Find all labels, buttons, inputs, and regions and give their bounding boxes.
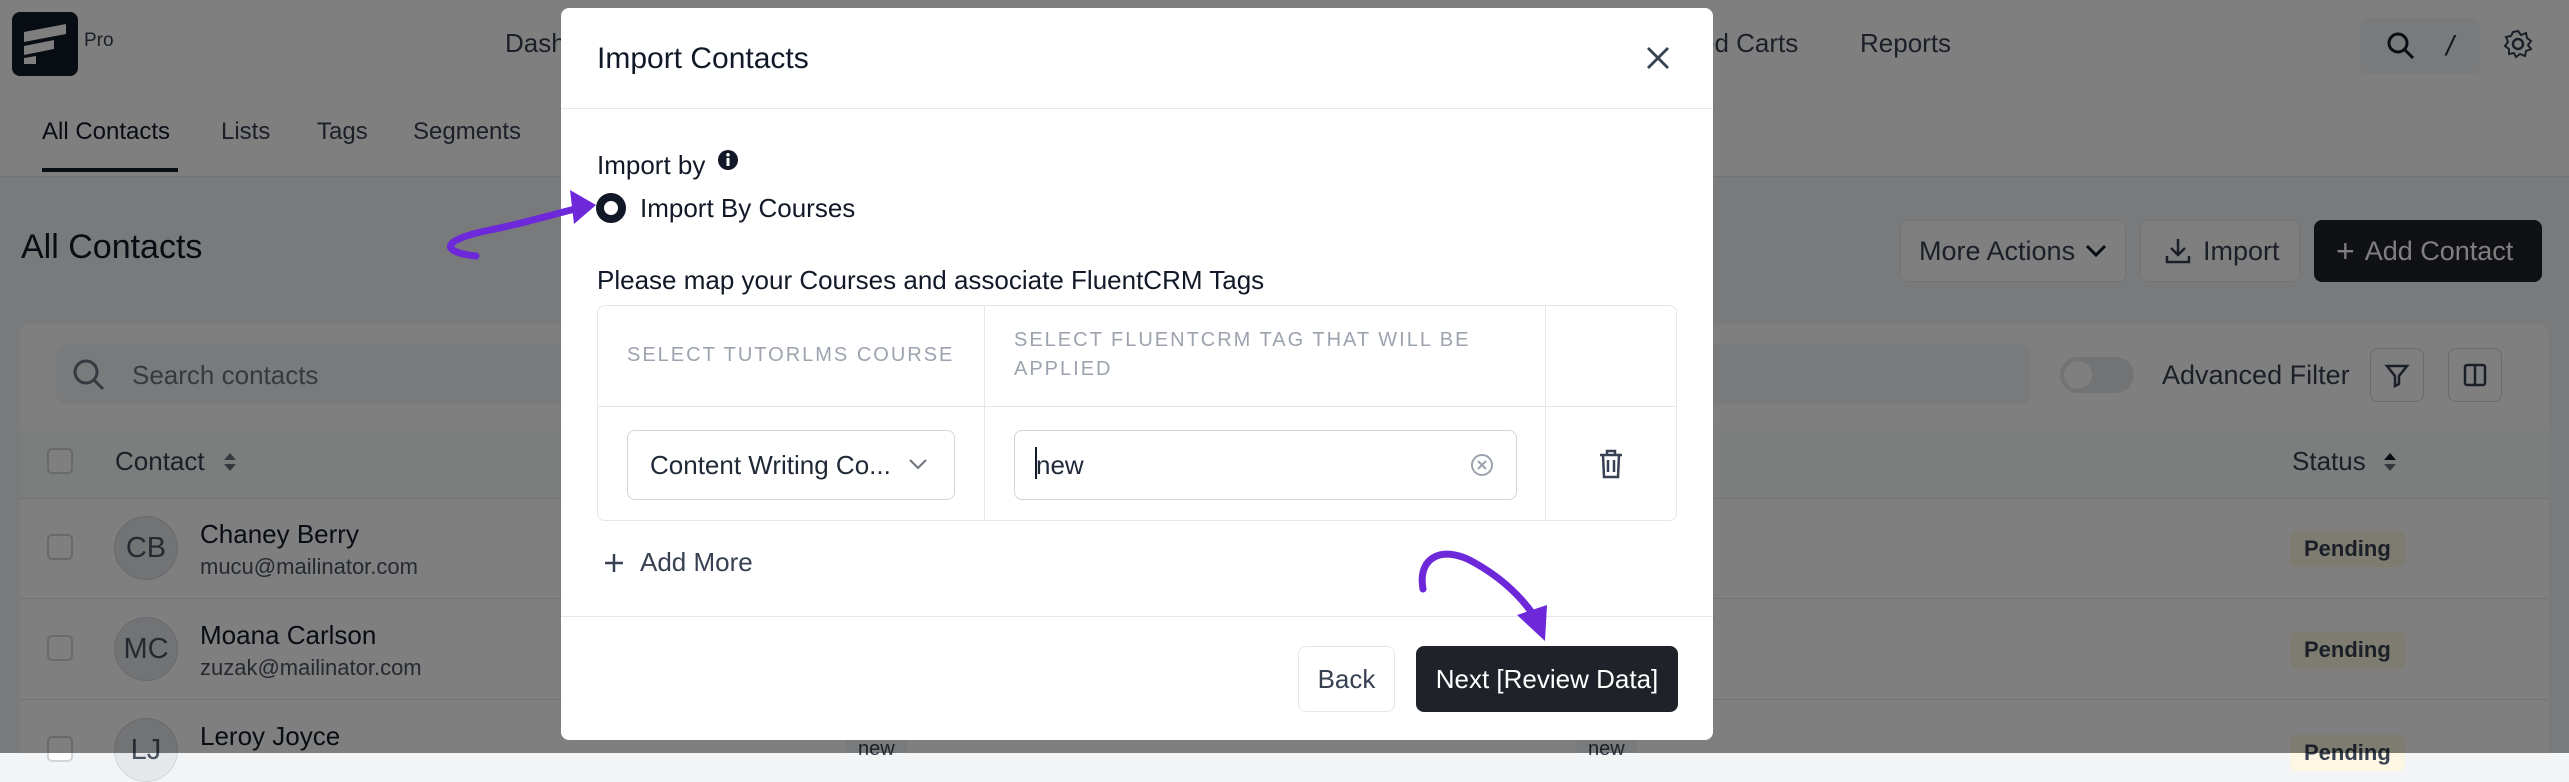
modal-title: Import Contacts bbox=[597, 42, 809, 75]
info-icon[interactable] bbox=[717, 149, 739, 171]
course-select-value: Content Writing Co... bbox=[650, 450, 891, 480]
back-label: Back bbox=[1317, 663, 1376, 694]
column-header-course: SELECT TUTORLMS COURSE bbox=[627, 344, 955, 366]
annotation-arrow-icon bbox=[447, 190, 596, 260]
import-by-courses-label[interactable]: Import By Courses bbox=[640, 193, 855, 224]
close-icon[interactable] bbox=[1645, 45, 1671, 71]
table-column-divider bbox=[1545, 306, 1546, 520]
column-header-tag-line1: SELECT FLUENTCRM TAG THAT WILL BE bbox=[1014, 329, 1471, 351]
tag-select-input[interactable] bbox=[1014, 430, 1517, 500]
plus-icon bbox=[605, 553, 623, 572]
trash-icon[interactable] bbox=[1596, 448, 1626, 480]
add-more-button[interactable]: Add More bbox=[602, 547, 753, 578]
table-header-divider bbox=[598, 406, 1676, 407]
clear-icon[interactable] bbox=[1469, 452, 1495, 478]
modal-header-divider bbox=[561, 108, 1713, 109]
annotation-arrow-icon bbox=[1418, 550, 1547, 641]
text-cursor bbox=[1035, 447, 1037, 479]
mapping-title: Please map your Courses and associate Fl… bbox=[597, 265, 1265, 295]
import-by-label: Import by bbox=[597, 150, 706, 180]
add-more-label: Add More bbox=[640, 547, 753, 577]
tag-select-value: new bbox=[1036, 450, 1084, 480]
back-button[interactable]: Back bbox=[1298, 646, 1395, 712]
column-header-tag-line2: APPLIED bbox=[1014, 358, 1113, 380]
next-label: Next [Review Data] bbox=[1435, 663, 1659, 694]
chevron-down-icon bbox=[909, 459, 927, 470]
table-column-divider bbox=[984, 306, 985, 520]
next-review-data-button[interactable]: Next [Review Data] bbox=[1416, 646, 1678, 712]
column-header-tag: SELECT FLUENTCRM TAG THAT WILL BE APPLIE… bbox=[1014, 326, 1470, 384]
